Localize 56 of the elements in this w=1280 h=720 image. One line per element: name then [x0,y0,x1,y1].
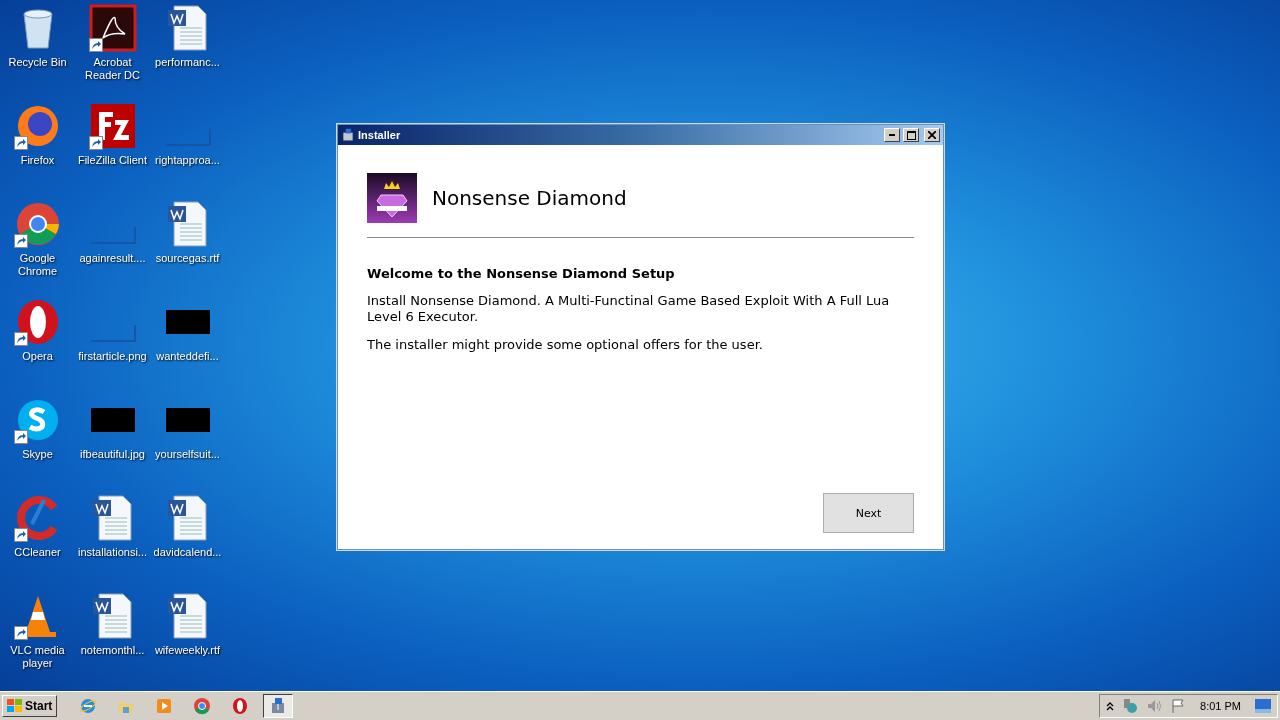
file-outline-icon [89,324,136,342]
minimize-icon [889,134,895,136]
icon-label[interactable]: performanc... [155,56,220,69]
letter-e-icon [79,697,98,715]
icon-label[interactable]: Google Chrome [0,252,75,278]
icon-label[interactable]: davidcalend... [153,546,222,559]
file-outline-icon [164,128,211,146]
icon-label[interactable]: Opera [22,350,53,363]
maximize-icon [906,130,916,140]
icon-label[interactable]: yourselfsuit... [155,448,220,461]
taskbar-button[interactable] [263,694,294,718]
icon-label[interactable]: firstarticle.png [78,350,147,363]
browser-circle-icon [193,697,212,715]
network-icon[interactable] [1122,698,1139,714]
icon-label[interactable]: notemonthl... [80,644,145,657]
image-thumbnail-icon [165,408,210,432]
icon-label[interactable]: wanteddefi... [156,350,219,363]
crowned-diamond-logo-icon [367,173,417,223]
flag-icon[interactable] [1170,698,1187,714]
windows-logo-icon [7,699,23,713]
close-icon [928,131,936,139]
icon-label[interactable]: rightapproa... [155,154,220,167]
icon-label[interactable]: Acrobat Reader DC [75,56,150,82]
icon-label[interactable]: Firefox [20,154,55,167]
letter-o-icon [231,697,250,715]
icon-label[interactable]: FileZilla Client [77,154,148,167]
chevron-up-icon[interactable] [1106,701,1115,711]
product-name: Nonsense Diamond [432,186,627,210]
next-button[interactable]: Next [823,493,914,533]
document-logo-icon [88,4,137,52]
icon-label[interactable]: ifbeautiful.jpg [80,448,145,461]
image-thumbnail-icon [90,408,135,432]
description-text: The installer might provide some optional offers for the user. [367,337,764,353]
start-button[interactable]: Start [2,695,58,717]
description-text: Install Nonsense Diamond. A Multi-Functinal Game Based Exploit With A Full Lua Level 6 Executor. [367,293,891,325]
speaker-icon[interactable] [1146,698,1163,714]
close-button[interactable] [924,128,940,142]
icon-label[interactable]: sourcegas.rtf [155,252,220,265]
icon-label[interactable]: againresult.... [79,252,146,265]
maximize-button[interactable] [903,128,919,142]
icon-label[interactable]: wifeweekly.rtf [154,644,221,657]
letters-fz-icon [88,102,137,150]
file-outline-icon [89,226,136,244]
icon-label[interactable]: installationsi... [77,546,148,559]
window-title: Installer [358,129,402,141]
icon-label[interactable]: Recycle Bin [8,56,67,69]
image-thumbnail-icon [165,310,210,334]
icon-label[interactable]: VLC media player [0,644,75,670]
clock[interactable]: 8:01 PM [1200,700,1241,712]
minimize-button[interactable] [884,128,900,142]
icon-label[interactable]: Skype [22,448,53,461]
icon-label[interactable]: CCleaner [14,546,61,559]
installer-icon [341,128,355,142]
show-desktop-icon[interactable] [1255,699,1271,713]
play-icon [155,697,174,715]
welcome-heading: Welcome to the Nonsense Diamond Setup [367,266,676,281]
